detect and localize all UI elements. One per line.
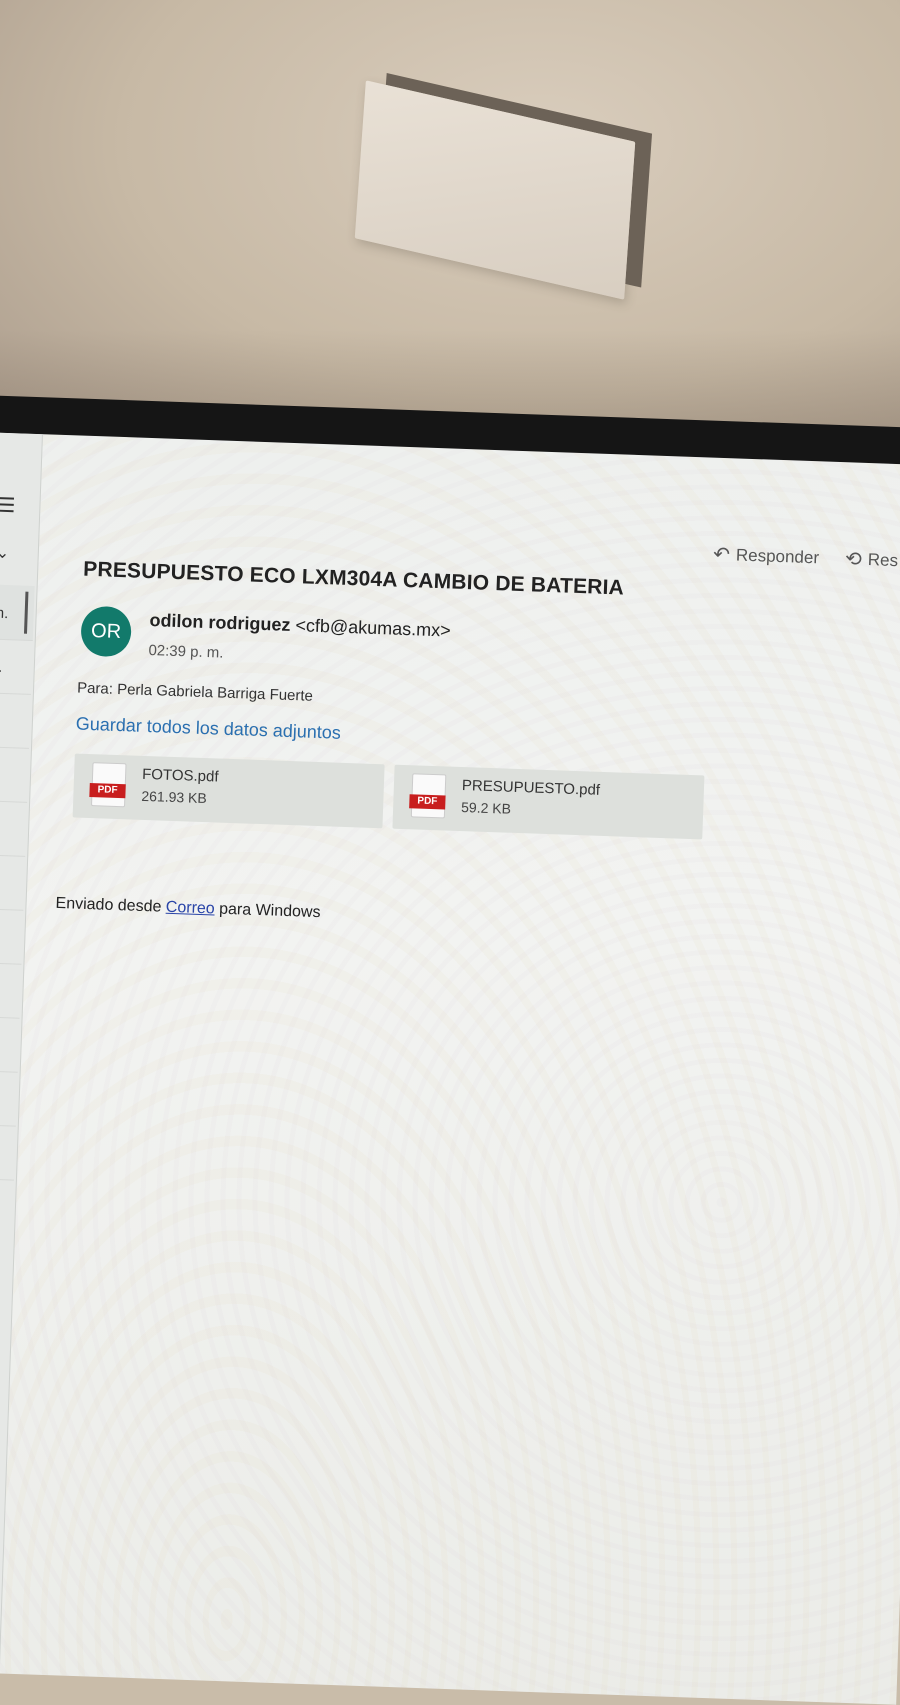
sender-name: odilon rodriguez — [149, 610, 291, 635]
message-list-item[interactable] — [0, 961, 22, 1019]
message-list-item-text: m. — [0, 604, 9, 623]
pdf-tag: PDF — [89, 783, 126, 799]
reply-button[interactable]: ↶ Responder — [713, 542, 820, 571]
email-signature: Enviado desde Correo para Windows — [55, 895, 321, 922]
message-list-item[interactable]: m. — [0, 583, 35, 641]
attachments-list: PDF FOTOS.pdf 261.93 KB PDF PRESUPUESTO.… — [72, 753, 705, 840]
attachment-card[interactable]: PDF FOTOS.pdf 261.93 KB — [72, 753, 385, 829]
hamburger-icon[interactable]: ☰ — [0, 493, 16, 519]
message-list-item-text: n. — [0, 712, 1, 729]
attachment-size: 261.93 KB — [141, 787, 208, 807]
message-list-item[interactable]: n. — [0, 637, 33, 695]
reply-all-label: Res — [867, 549, 899, 570]
signature-prefix: Enviado desde — [55, 894, 162, 916]
message-list-item-text: n. — [0, 658, 3, 676]
message-list-item[interactable] — [0, 1069, 18, 1127]
sender-email: <cfb@akumas.mx> — [295, 615, 452, 641]
reply-icon: ↶ — [712, 543, 731, 567]
message-list-item[interactable] — [0, 907, 24, 965]
sender-avatar[interactable]: OR — [80, 605, 132, 658]
pdf-file-icon: PDF — [89, 762, 127, 808]
reply-all-icon: ⟲ — [844, 548, 863, 571]
reading-pane: ↶ Responder ⟲ Res PRESUPUESTO ECO LXM304… — [0, 434, 900, 1705]
chevron-down-icon[interactable]: ⌄ — [0, 543, 10, 563]
reply-all-button[interactable]: ⟲ Res — [845, 546, 899, 573]
attachment-name: FOTOS.pdf — [141, 765, 219, 786]
message-list-item[interactable] — [0, 1123, 16, 1181]
reply-label: Responder — [735, 544, 820, 567]
message-list-item[interactable]: . — [0, 799, 28, 857]
mail-window: ☰ ⌄ m. n. n. . . ↶ Responder — [0, 432, 900, 1705]
email-time: 02:39 p. m. — [148, 642, 224, 662]
attachment-size: 59.2 KB — [460, 799, 512, 817]
message-list-item[interactable] — [0, 1015, 20, 1073]
message-list-item[interactable] — [0, 853, 26, 911]
attachment-name: PRESUPUESTO.pdf — [461, 777, 601, 799]
message-toolbar: ↶ Responder ⟲ Res — [713, 542, 899, 573]
signature-suffix: para Windows — [218, 900, 321, 922]
email-subject: PRESUPUESTO ECO LXM304A CAMBIO DE BATERI… — [82, 557, 625, 600]
message-list-item[interactable]: . — [0, 745, 30, 803]
recipient-line: Para: Perla Gabriela Barriga Fuerte — [76, 679, 314, 705]
message-list-item[interactable]: n. — [0, 691, 31, 749]
sender-line[interactable]: odilon rodriguez <cfb@akumas.mx> — [149, 610, 451, 642]
save-all-attachments-link[interactable]: Guardar todos los datos adjuntos — [76, 714, 342, 744]
attachment-card[interactable]: PDF PRESUPUESTO.pdf 59.2 KB — [392, 764, 705, 840]
correo-link[interactable]: Correo — [166, 899, 215, 918]
pdf-file-icon: PDF — [409, 773, 447, 819]
pdf-tag: PDF — [409, 794, 446, 810]
